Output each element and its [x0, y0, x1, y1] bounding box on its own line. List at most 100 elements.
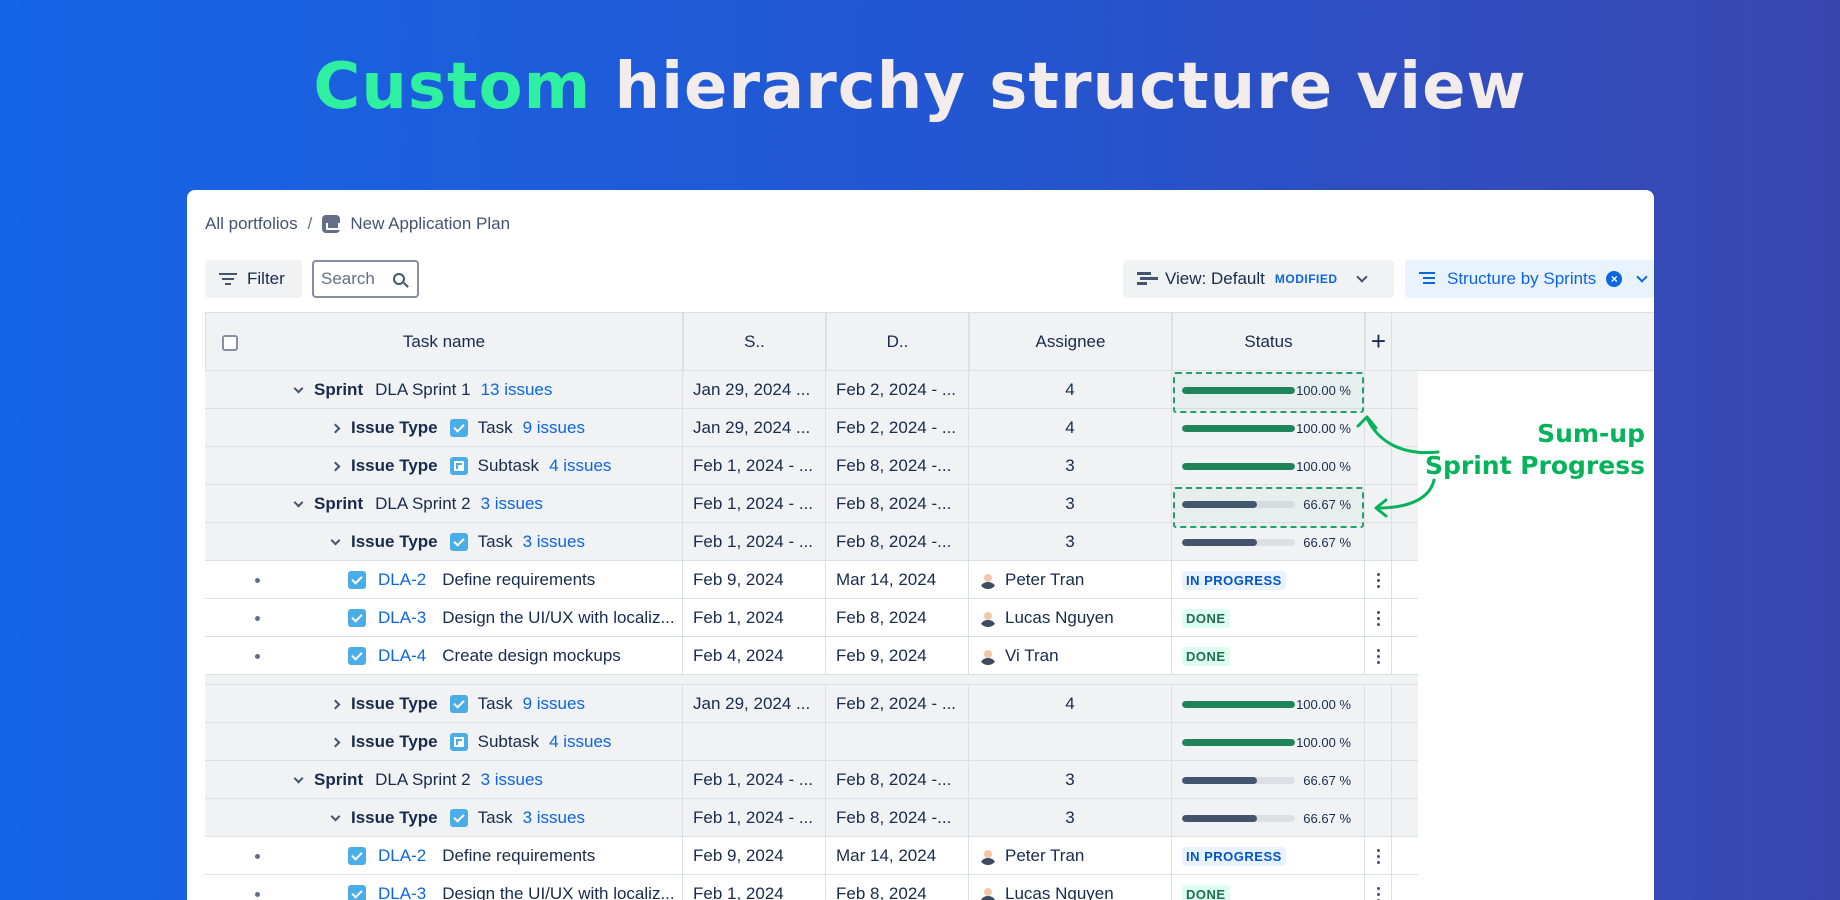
issue-count-link[interactable]: 3 issues	[523, 808, 585, 828]
status-badge[interactable]: IN PROGRESS	[1182, 846, 1286, 866]
task-icon	[449, 695, 468, 713]
row-actions-cell[interactable]	[1365, 637, 1392, 675]
issue-count-link[interactable]: 13 issues	[481, 380, 553, 400]
row-actions-cell[interactable]	[1365, 599, 1392, 637]
issue-key-link[interactable]: DLA-4	[378, 646, 426, 666]
issue-row[interactable]: DLA-3 Design the UI/UX with localiz... F…	[205, 599, 1418, 637]
structure-label: Structure by Sprints	[1447, 269, 1597, 288]
more-actions-icon[interactable]	[1376, 886, 1380, 900]
issue-count-link[interactable]: 9 issues	[523, 418, 585, 438]
status-badge[interactable]: IN PROGRESS	[1182, 570, 1286, 590]
issue-count-link[interactable]: 3 issues	[481, 770, 543, 790]
issue-row[interactable]: DLA-4 Create design mockups Feb 4, 2024 …	[205, 637, 1418, 675]
group-row[interactable]: Issue Type Task 9 issues Jan 29, 2024 ..…	[205, 685, 1418, 723]
group-row[interactable]: Sprint DLA Sprint 2 3 issues Feb 1, 2024…	[205, 761, 1418, 799]
status-badge[interactable]: DONE	[1182, 884, 1230, 900]
row-actions-cell[interactable]	[1365, 837, 1392, 875]
due-date-cell: Feb 8, 2024 -...	[826, 799, 969, 837]
status-cell[interactable]: IN PROGRESS	[1172, 561, 1365, 599]
status-cell[interactable]: DONE	[1172, 637, 1365, 675]
issue-row[interactable]: DLA-2 Define requirements Feb 9, 2024 Ma…	[205, 837, 1418, 875]
column-header-start[interactable]: S..	[683, 312, 826, 371]
chevron-down-icon[interactable]	[293, 773, 304, 783]
issue-count-link[interactable]: 9 issues	[523, 694, 585, 714]
chevron-right-icon[interactable]	[330, 737, 341, 747]
chevron-down-icon[interactable]	[330, 811, 341, 821]
assignee-cell[interactable]: Peter Tran	[969, 561, 1172, 599]
breadcrumb-current-plan[interactable]: New Application Plan	[350, 214, 510, 234]
row-actions-cell[interactable]	[1365, 875, 1392, 900]
issue-key-link[interactable]: DLA-2	[378, 570, 426, 590]
group-label: Issue Type	[351, 808, 438, 827]
chevron-right-icon[interactable]	[330, 461, 341, 471]
breadcrumb-all-portfolios[interactable]: All portfolios	[205, 214, 298, 234]
status-cell[interactable]: DONE	[1172, 875, 1365, 900]
plan-panel: All portfolios / New Application Plan Fi…	[187, 190, 1654, 900]
search-input[interactable]	[321, 269, 391, 289]
more-actions-icon[interactable]	[1376, 572, 1380, 588]
more-actions-icon[interactable]	[1376, 648, 1380, 664]
chevron-down-icon[interactable]	[330, 535, 341, 545]
assignee-cell[interactable]: Vi Tran	[969, 637, 1172, 675]
assignee-cell[interactable]: Lucas Nguyen	[969, 875, 1172, 900]
status-cell[interactable]: DONE	[1172, 599, 1365, 637]
more-actions-icon[interactable]	[1376, 610, 1380, 626]
due-date-cell: Feb 8, 2024 -...	[826, 447, 969, 485]
structure-selector-button[interactable]: Structure by Sprints ×	[1405, 260, 1654, 298]
group-row[interactable]: Issue Type Task 3 issues Feb 1, 2024 - .…	[205, 523, 1418, 561]
view-selector-button[interactable]: View: Default MODIFIED	[1123, 260, 1394, 298]
group-row[interactable]: Issue Type Task 3 issues Feb 1, 2024 - .…	[205, 799, 1418, 837]
status-cell[interactable]: IN PROGRESS	[1172, 837, 1365, 875]
task-icon	[348, 847, 366, 865]
issue-summary[interactable]: Design the UI/UX with localiz...	[442, 608, 674, 628]
start-date-cell: Feb 1, 2024 - ...	[683, 523, 826, 561]
issue-key-link[interactable]: DLA-3	[378, 608, 426, 628]
more-actions-icon[interactable]	[1376, 848, 1380, 864]
chevron-down-icon[interactable]	[1636, 271, 1648, 283]
issue-row[interactable]: DLA-2 Define requirements Feb 9, 2024 Ma…	[205, 561, 1418, 599]
start-date-cell: Feb 1, 2024	[683, 875, 826, 900]
progress-percent: 100.00 %	[1296, 696, 1351, 712]
assignee-cell[interactable]: Lucas Nguyen	[969, 599, 1172, 637]
group-row[interactable]: Issue Type Subtask 4 issues 100.00 %	[205, 723, 1418, 761]
status-badge[interactable]: DONE	[1182, 608, 1230, 628]
search-icon[interactable]	[393, 273, 405, 285]
chevron-down-icon[interactable]	[293, 497, 304, 507]
issue-row[interactable]: DLA-3 Design the UI/UX with localiz... F…	[205, 875, 1418, 900]
column-header-task-name[interactable]: Task name	[205, 312, 683, 371]
issue-summary[interactable]: Design the UI/UX with localiz...	[442, 884, 674, 900]
column-header-due[interactable]: D..	[826, 312, 969, 371]
issue-count-link[interactable]: 3 issues	[523, 532, 585, 552]
breadcrumb: All portfolios / New Application Plan	[205, 214, 510, 234]
issue-count-link[interactable]: 4 issues	[549, 456, 611, 476]
assignee-count-cell: 3	[969, 799, 1172, 837]
task-name-cell: Issue Type Subtask 4 issues	[205, 723, 683, 761]
subtask-icon	[449, 733, 468, 751]
chevron-right-icon[interactable]	[330, 699, 341, 709]
issue-count-link[interactable]: 3 issues	[481, 494, 543, 514]
chevron-down-icon[interactable]	[293, 383, 304, 393]
add-column-button[interactable]: +	[1365, 312, 1392, 371]
start-date-cell: Feb 1, 2024 - ...	[683, 799, 826, 837]
group-row[interactable]: Issue Type Task 9 issues Jan 29, 2024 ..…	[205, 409, 1418, 447]
issue-summary[interactable]: Define requirements	[442, 846, 595, 866]
issue-summary[interactable]: Create design mockups	[442, 646, 621, 666]
assignee-cell[interactable]: Peter Tran	[969, 837, 1172, 875]
group-row[interactable]: Issue Type Subtask 4 issues Feb 1, 2024 …	[205, 447, 1418, 485]
start-date-cell	[683, 723, 826, 761]
clear-icon[interactable]: ×	[1606, 271, 1623, 287]
select-all-checkbox[interactable]	[222, 335, 238, 351]
filter-button[interactable]: Filter	[205, 260, 302, 298]
due-date-cell: Feb 2, 2024 - ...	[826, 371, 969, 409]
row-actions-cell[interactable]	[1365, 561, 1392, 599]
search-box[interactable]	[312, 260, 419, 298]
group-label: Issue Type	[351, 456, 438, 475]
chevron-right-icon[interactable]	[330, 423, 341, 433]
issue-key-link[interactable]: DLA-2	[378, 846, 426, 866]
issue-summary[interactable]: Define requirements	[442, 570, 595, 590]
column-header-status[interactable]: Status	[1172, 312, 1365, 371]
issue-count-link[interactable]: 4 issues	[549, 732, 611, 752]
status-badge[interactable]: DONE	[1182, 646, 1230, 666]
issue-key-link[interactable]: DLA-3	[378, 884, 426, 900]
column-header-assignee[interactable]: Assignee	[969, 312, 1172, 371]
